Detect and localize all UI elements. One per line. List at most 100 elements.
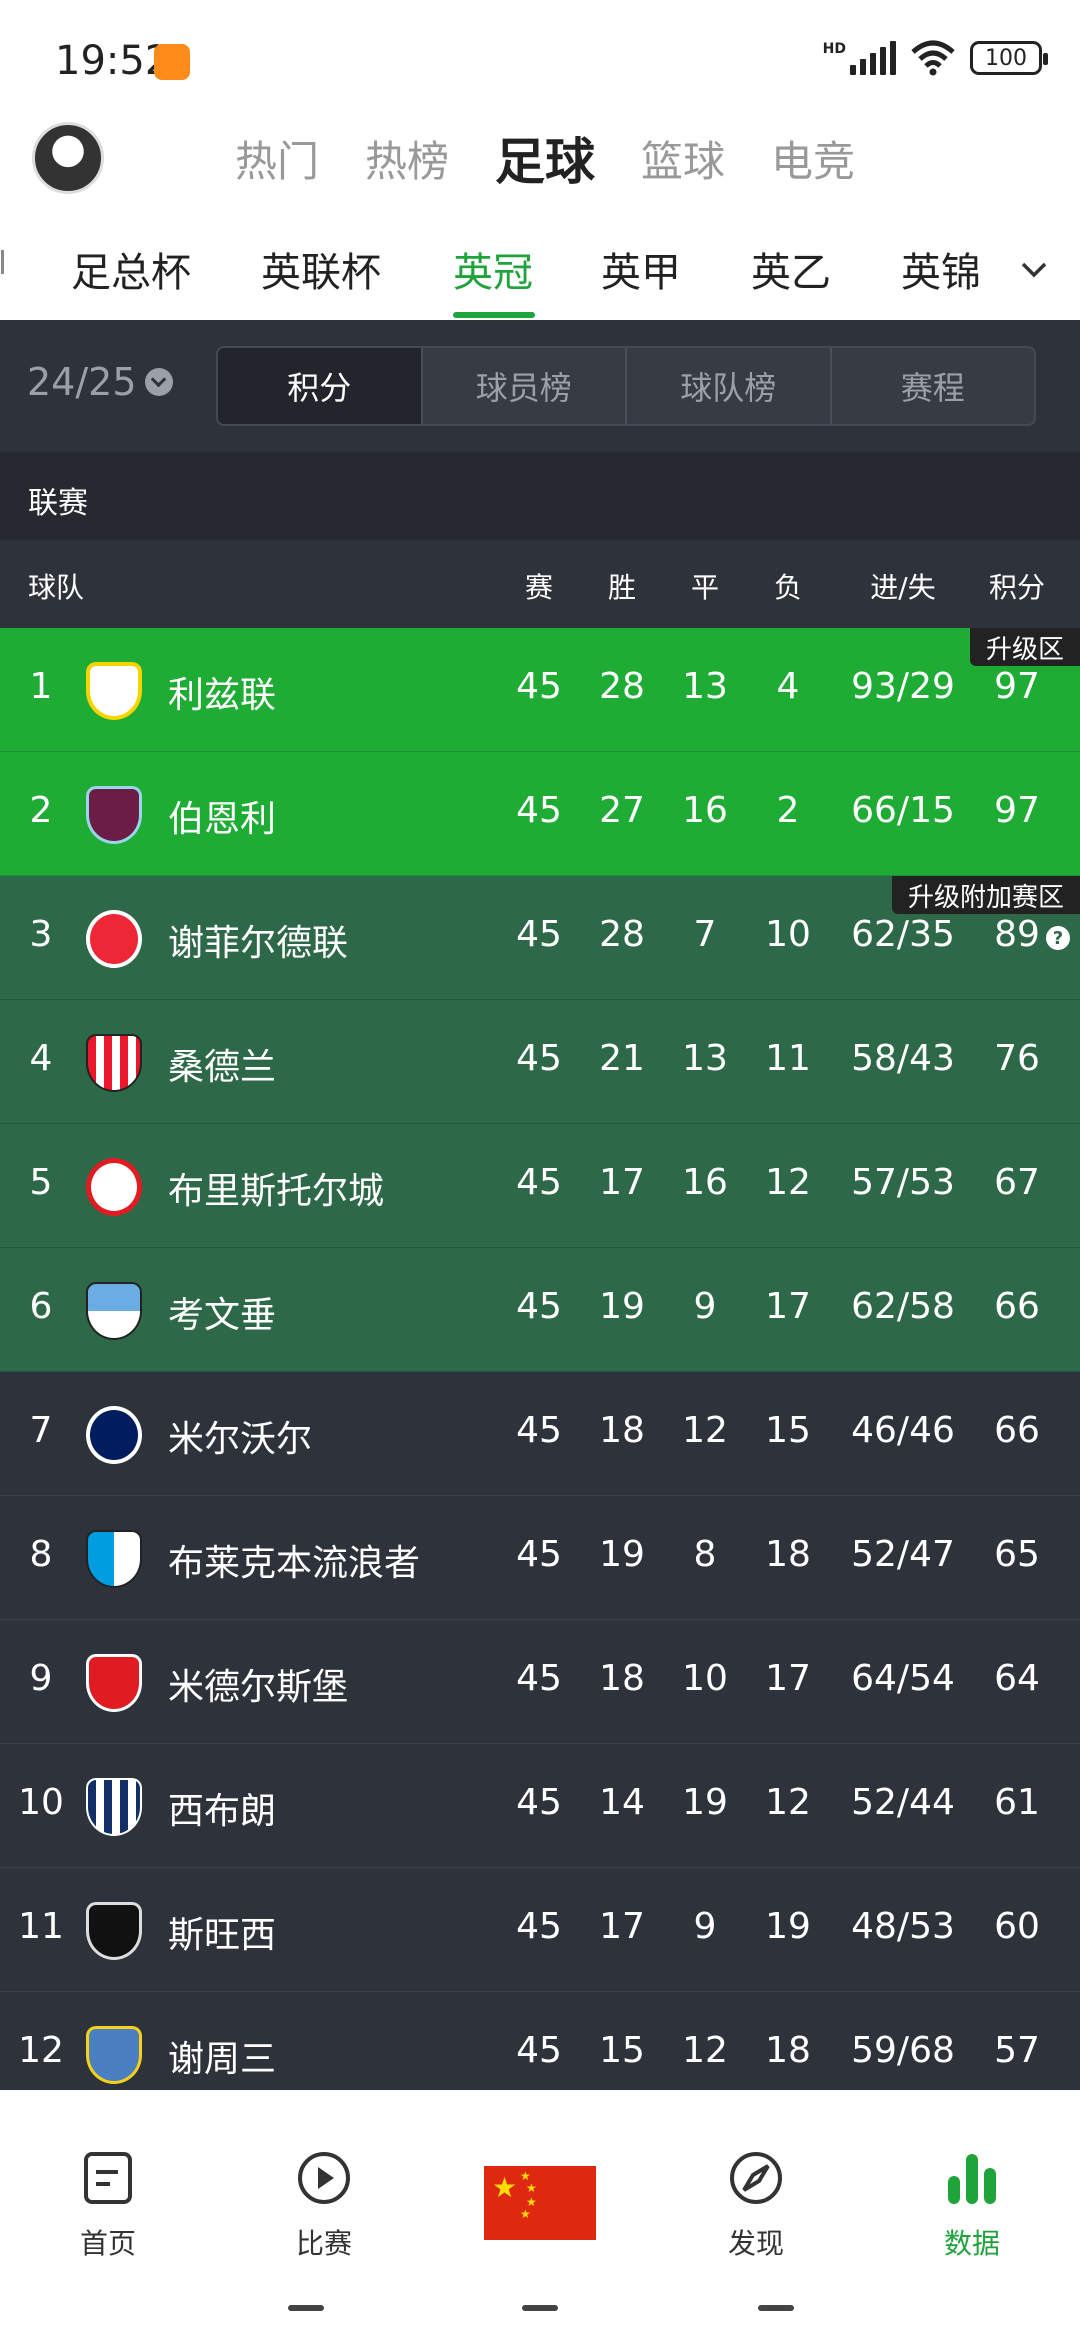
nav-gesture-home[interactable]: [522, 2305, 558, 2311]
won: 28: [599, 666, 645, 707]
won: 17: [599, 1162, 645, 1203]
table-row[interactable]: 8 布莱克本流浪者 45 19 8 18 52/47 65: [0, 1496, 1080, 1620]
table-row[interactable]: 7 米尔沃尔 45 18 12 15 46/46 66: [0, 1372, 1080, 1496]
drawn: 19: [682, 1782, 728, 1823]
points: 60: [994, 1906, 1040, 1947]
header-points: 积分: [988, 571, 1045, 604]
lost: 17: [765, 1658, 811, 1699]
won: 19: [599, 1286, 645, 1327]
china-flag-icon[interactable]: ★ ★ ★ ★ ★: [484, 2166, 596, 2240]
table-row[interactable]: 升级区 1 利兹联 45 28 13 4 93/29 97: [0, 628, 1080, 752]
tab-hot[interactable]: 热门: [235, 128, 319, 194]
drawn: 7: [693, 914, 717, 955]
rank: 12: [18, 2030, 64, 2071]
goals: 62/58: [851, 1286, 955, 1327]
league-tab-efl-cup[interactable]: 英联杯: [261, 240, 381, 298]
lost: 17: [765, 1286, 811, 1327]
tab-football[interactable]: 足球: [495, 122, 595, 194]
rank: 6: [29, 1286, 53, 1327]
table-row[interactable]: 5 布里斯托尔城 45 17 16 12 57/53 67: [0, 1124, 1080, 1248]
table-row[interactable]: 升级附加赛区 3 谢菲尔德联 45 28 7 10 62/35 89 ?: [0, 876, 1080, 1000]
won: 14: [599, 1782, 645, 1823]
table-row[interactable]: 11 斯旺西 45 17 9 19 48/53 60: [0, 1868, 1080, 1992]
tab-basketball[interactable]: 篮球: [641, 128, 725, 194]
wifi-icon: [911, 40, 955, 76]
points: 57: [994, 2030, 1040, 2071]
lost: 10: [765, 914, 811, 955]
seg-player-rankings[interactable]: 球员榜: [420, 348, 626, 424]
battery-icon: 100: [970, 41, 1048, 75]
play-icon: [298, 2152, 350, 2204]
goals: 52/44: [851, 1782, 955, 1823]
rank: 2: [29, 790, 53, 831]
nav-label: 数据: [943, 2227, 1000, 2260]
nav-gesture-back[interactable]: [758, 2305, 794, 2311]
table-row[interactable]: 4 桑德兰 45 21 13 11 58/43 76: [0, 1000, 1080, 1124]
help-icon[interactable]: ?: [1046, 926, 1070, 950]
league-tab-championship[interactable]: 英冠: [453, 240, 533, 298]
compass-icon: [730, 2152, 782, 2204]
team-name: 米德尔斯堡: [168, 1667, 349, 1708]
drawn: 8: [693, 1534, 717, 1575]
drawn: 12: [682, 1410, 728, 1451]
table-row[interactable]: 9 米德尔斯堡 45 18 10 17 64/54 64: [0, 1620, 1080, 1744]
nav-home[interactable]: 首页: [28, 2150, 188, 2262]
won: 15: [599, 2030, 645, 2071]
team-badge-icon: [86, 1778, 142, 1836]
table-row[interactable]: 2 伯恩利 45 27 16 2 66/15 97: [0, 752, 1080, 876]
season-label: 24/25: [27, 360, 137, 404]
seg-schedule[interactable]: 赛程: [829, 348, 1035, 424]
played: 45: [516, 1410, 562, 1451]
table-row[interactable]: 6 考文垂 45 19 9 17 62/58 66: [0, 1248, 1080, 1372]
header-played: 赛: [524, 571, 553, 604]
header-won: 胜: [607, 571, 636, 604]
status-indicators: HD 100: [822, 40, 1048, 76]
nav-matches[interactable]: 比赛: [244, 2150, 404, 2262]
rank: 3: [29, 914, 53, 955]
header-team: 球队: [28, 571, 85, 604]
nav-data[interactable]: 数据: [892, 2150, 1052, 2262]
won: 18: [599, 1658, 645, 1699]
played: 45: [516, 1658, 562, 1699]
drawn: 16: [682, 1162, 728, 1203]
played: 45: [516, 2030, 562, 2071]
network-type-label: HD: [822, 41, 846, 57]
section-header: 联赛: [0, 452, 1080, 540]
nav-label: 发现: [727, 2227, 784, 2260]
won: 17: [599, 1906, 645, 1947]
chevron-down-icon[interactable]: [1020, 256, 1048, 284]
team-name: 西布朗: [168, 1791, 277, 1832]
seg-standings[interactable]: 积分: [218, 348, 421, 424]
segmented-control: 积分 球员榜 球队榜 赛程: [216, 346, 1036, 426]
played: 45: [516, 914, 562, 955]
lost: 11: [765, 1038, 811, 1079]
tab-esports[interactable]: 电竞: [771, 128, 855, 194]
bar-chart-icon: [948, 2154, 996, 2204]
seg-team-rankings[interactable]: 球队榜: [625, 348, 830, 424]
rank: 8: [29, 1534, 53, 1575]
lost: 15: [765, 1410, 811, 1451]
team-name: 布里斯托尔城: [168, 1171, 385, 1212]
rank: 11: [18, 1906, 64, 1947]
team-name: 利兹联: [168, 675, 277, 716]
points: 64: [994, 1658, 1040, 1699]
team-name: 考文垂: [168, 1295, 277, 1336]
status-time: 19:52: [55, 38, 171, 84]
scroll-edge-indicator: [0, 250, 4, 274]
won: 27: [599, 790, 645, 831]
tab-trending[interactable]: 热榜: [365, 128, 449, 194]
league-tab-fa-cup[interactable]: 足总杯: [71, 240, 191, 298]
season-selector[interactable]: 24/25: [27, 360, 173, 404]
goals: 62/35: [851, 914, 955, 955]
top-nav: 热门 热榜 足球 篮球 电竞: [0, 110, 1080, 210]
nav-gesture-menu[interactable]: [288, 2305, 324, 2311]
table-row[interactable]: 10 西布朗 45 14 19 12 52/44 61: [0, 1744, 1080, 1868]
goals: 93/29: [851, 666, 955, 707]
goals: 46/46: [851, 1410, 955, 1451]
league-tab-league-one[interactable]: 英甲: [601, 240, 681, 298]
league-tab-league-two[interactable]: 英乙: [751, 240, 831, 298]
league-tab-efl-trophy[interactable]: 英锦: [901, 240, 981, 298]
lost: 12: [765, 1782, 811, 1823]
nav-discover[interactable]: 发现: [676, 2150, 836, 2262]
team-badge-icon: [86, 1406, 142, 1464]
